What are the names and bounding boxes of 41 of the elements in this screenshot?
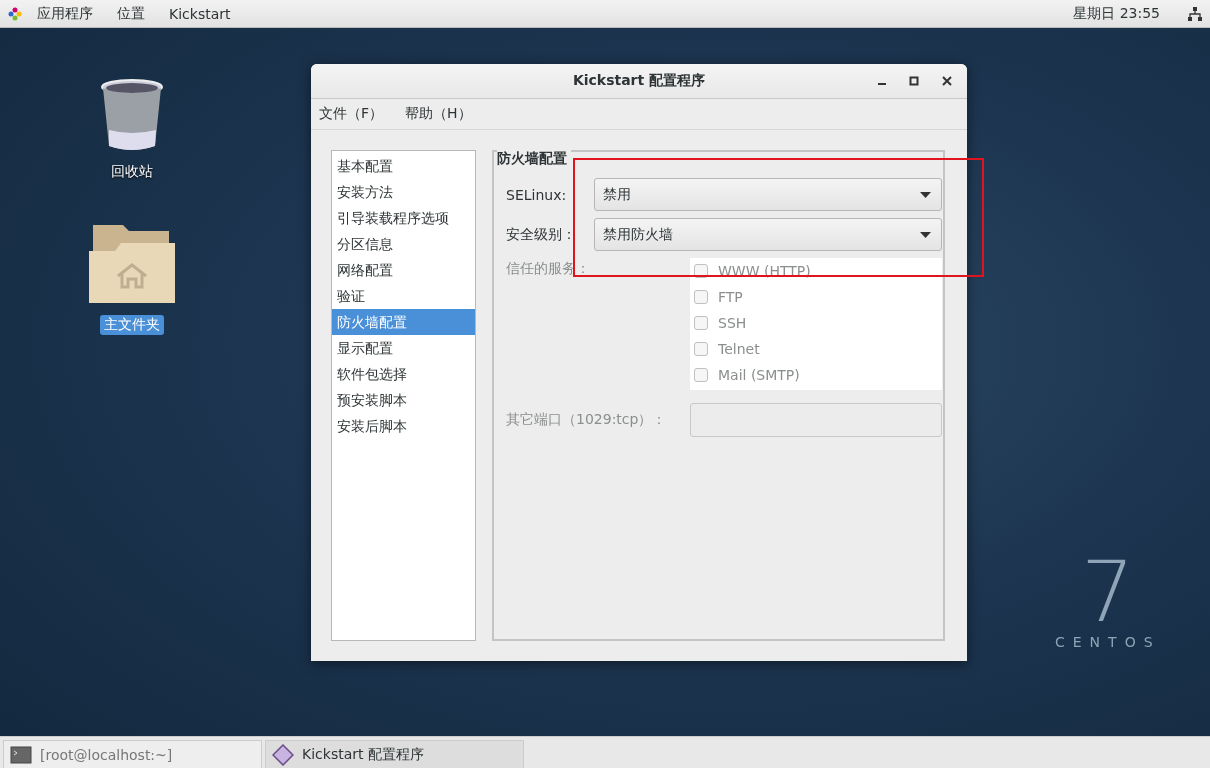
field-label: SELinux: [506,186,568,203]
sidebar-item[interactable]: 安装方法 [332,179,475,205]
field-label: 信任的服务： [506,259,591,278]
network-icon[interactable] [1188,6,1202,21]
sidebar-item[interactable]: 安装后脚本 [332,413,475,439]
sidebar-item[interactable]: 预安装脚本 [332,387,475,413]
field-label: 安全级别： [506,225,577,244]
close-icon[interactable] [942,76,952,86]
logo-name: CENTOS [1055,634,1161,650]
selinux-dropdown[interactable]: 禁用 [594,178,942,211]
top-menu[interactable]: 位置 [110,4,152,23]
security-level-dropdown[interactable]: 禁用防火墙 [594,218,942,251]
taskbar-button[interactable]: [root@localhost:~] [3,740,262,768]
maximize-icon[interactable] [909,76,919,86]
top-menu[interactable]: Kickstart [162,5,238,22]
menu-item[interactable]: 文件（F） [319,105,384,123]
checkbox-label: Mail (SMTP) [718,367,800,383]
checkbox-label: Telnet [718,341,760,357]
sidebar-item[interactable]: 软件包选择 [332,361,475,387]
sidebar-item[interactable]: 网络配置 [332,257,475,283]
caret-icon [920,231,931,238]
logo-number: 7 [1081,550,1135,634]
clock[interactable]: 星期日 23:55 [1073,4,1160,23]
sidebar-item[interactable]: 验证 [332,283,475,309]
taskbar-button[interactable]: Kickstart 配置程序 [265,740,524,768]
checkbox-label: FTP [718,289,743,305]
sidebar-item[interactable]: 引导装载程序选项 [332,205,475,231]
checkbox-label: SSH [718,315,747,331]
field-label: 其它端口（1029:tcp）： [506,411,668,429]
terminal-icon [10,745,32,764]
activities-icon[interactable] [8,6,22,21]
sidebar-item[interactable]: 基本配置 [332,153,475,179]
menu-item[interactable]: 帮助（H） [405,105,472,123]
top-menu[interactable]: 应用程序 [30,4,100,23]
caret-icon [920,191,931,198]
diamond-icon [272,743,294,766]
sidebar-item[interactable]: 显示配置 [332,335,475,361]
window-title: Kickstart 配置程序 [572,72,706,90]
sidebar-item[interactable]: 分区信息 [332,231,475,257]
frame-title: 防火墙配置 [497,150,571,168]
desktop-icon-label[interactable]: 回收站 [107,162,157,182]
